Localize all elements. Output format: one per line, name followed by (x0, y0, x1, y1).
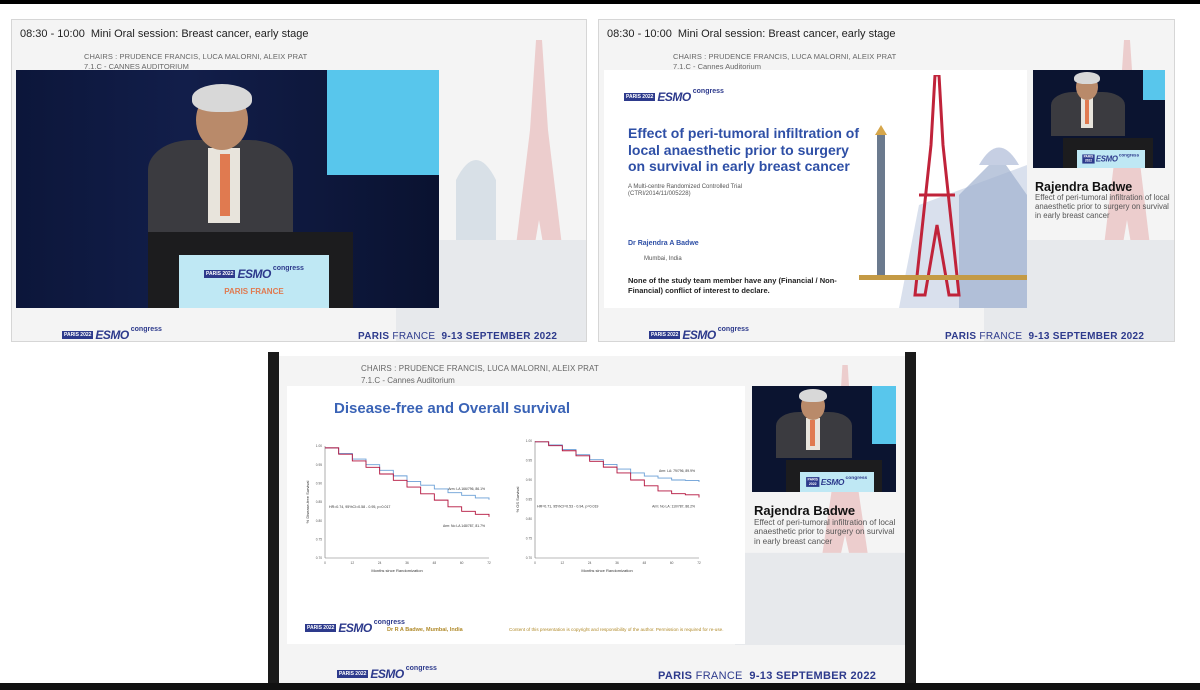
x-tick-label: 12 (561, 561, 565, 565)
hazard-ratio-annotation: HR=0.71, 95%CI=0.53 - 0.94, p=0.019 (537, 505, 598, 509)
slide-title: Effect of peri-tumoral infiltration of l… (628, 125, 859, 175)
slide-copyright: Content of this presentation is copyrigh… (509, 627, 724, 632)
podium-city: PARIS FRANCE (224, 287, 284, 296)
y-tick-label: 0.90 (316, 482, 322, 486)
session-header: 08:30 - 10:00 Mini Oral session: Breast c… (607, 28, 896, 40)
survival-charts: 1.000.950.900.850.800.750.700 12 24 36 48 60 7… (305, 439, 701, 573)
speaker-talk-title: Effect of peri-tumoral infiltration of l… (754, 518, 896, 546)
window-top-border (0, 0, 1200, 4)
y-tick-label: 1.00 (316, 444, 322, 448)
y-tick-label: 0.95 (316, 463, 322, 467)
x-axis-label: Months since Randomization (371, 568, 422, 573)
slide-subtitle: A Multi-centre Randomized Controlled Tri… (628, 184, 743, 190)
session-chairs: CHAIRS : PRUDENCE FRANCIS, LUCA MALORNI,… (84, 52, 308, 61)
congress-dates: PARIS FRANCE 9-13 SEPTEMBER 2022 (945, 331, 1145, 342)
esmo-logo: PARIS 2022 ESMO congress (62, 326, 162, 342)
video-panel-title-slide[interactable]: 08:30 - 10:00 Mini Oral session: Breast c… (598, 19, 1175, 342)
session-chairs: CHAIRS : PRUDENCE FRANCIS, LUCA MALORNI,… (361, 364, 599, 373)
slide-esmo-logo: PARIS 2022 ESMO congress (624, 88, 724, 104)
y-tick-label: 0.80 (526, 517, 532, 521)
slide-location: Mumbai, India (644, 256, 682, 262)
session-header: 08:30 - 10:00 Mini Oral session: Breast c… (20, 28, 309, 40)
x-tick-label: 72 (697, 561, 701, 565)
video-panel-speaker[interactable]: 08:30 - 10:00 Mini Oral session: Breast c… (11, 19, 587, 342)
video-panel-results-slide[interactable]: CHAIRS : PRUDENCE FRANCIS, LUCA MALORNI,… (279, 356, 905, 683)
left-letterbox (268, 352, 279, 685)
speaker-lanyard (220, 154, 230, 216)
speaker-hair (192, 84, 252, 112)
y-tick-label: 0.90 (526, 478, 532, 482)
window-bottom-border (0, 683, 1200, 690)
y-tick-label: 0.75 (526, 537, 532, 541)
survival-curve-la (325, 447, 490, 500)
results-slide: Disease-free and Overall survival 1.00 0.… (287, 386, 745, 644)
projector-screen (327, 70, 439, 175)
y-tick-label: 0.85 (316, 500, 322, 504)
x-tick-label: 0 (534, 561, 536, 565)
x-tick-label: 60 (670, 561, 674, 565)
speaker-name: Rajendra Badwe (754, 503, 856, 518)
x-tick-label: 24 (378, 561, 382, 565)
slide-footer-author: Dr R A Badwe, Mumbai, India (387, 627, 463, 633)
y-axis-label: % OS Survival (515, 487, 520, 513)
series-label: Arm: No LA: 110/787, 86.2% (652, 505, 695, 509)
right-letterbox (905, 352, 916, 685)
y-axis-label: % Disease-free Survival (305, 481, 310, 524)
speaker-video: PARIS 2022 ESMO congress PARIS FRANCE (16, 70, 439, 308)
series-label: Arm: LA 166/796, 86.1% (448, 487, 485, 491)
x-tick-label: 48 (433, 561, 437, 565)
series-label: Arm: LA: 79/796, 89.9% (659, 469, 695, 473)
congress-dates: PARIS FRANCE 9-13 SEPTEMBER 2022 (358, 331, 558, 342)
esmo-logo: PARIS 2022 ESMO congress (649, 326, 749, 342)
x-tick-label: 72 (487, 561, 491, 565)
y-tick-label: 0.80 (316, 519, 322, 523)
slide-disclosure: None of the study team member have any (… (628, 276, 837, 296)
paris-monuments-illustration (859, 75, 1027, 308)
speaker-thumbnail: PARIS 2022 ESMO congress (752, 386, 896, 492)
y-tick-label: 0.70 (316, 556, 322, 560)
y-tick-label: 0.95 (526, 459, 532, 463)
series-label: Arm: No LA 148/787, 81.7% (443, 524, 485, 528)
results-slide-title: Disease-free and Overall survival (334, 400, 570, 417)
speaker-talk-title: Effect of peri-tumoral infiltration of l… (1035, 193, 1170, 220)
speaker-name: Rajendra Badwe (1035, 180, 1133, 194)
y-tick-label: 1.00 (526, 439, 532, 443)
x-axis-label: Months since Randomization (581, 568, 632, 573)
x-tick-label: 0 (324, 561, 326, 565)
slide-author: Dr Rajendra A Badwe (628, 240, 699, 247)
x-tick-label: 48 (643, 561, 647, 565)
x-tick-label: 24 (588, 561, 592, 565)
y-tick-label: 0.70 (526, 556, 532, 560)
survival-curve-la (535, 441, 700, 482)
x-tick-label: 12 (351, 561, 355, 565)
speaker-thumbnail: PARIS 2022 ESMO congress (1033, 70, 1165, 168)
y-tick-label: 0.85 (526, 498, 532, 502)
session-chairs: CHAIRS : PRUDENCE FRANCIS, LUCA MALORNI,… (673, 52, 897, 61)
esmo-logo: PARIS 2022 ESMO congress (337, 665, 437, 681)
slide-trial-id: (CTRI/2014/11/005228) (628, 191, 691, 197)
podium-sign: PARIS 2022 ESMO congress PARIS FRANCE (179, 255, 329, 308)
x-tick-label: 60 (460, 561, 464, 565)
hazard-ratio-annotation: HR=0.74, 95%CI=0.58 - 0.95, p=0.017 (329, 505, 390, 509)
title-slide: PARIS 2022 ESMO congress Effect of peri-… (604, 70, 1027, 308)
session-room: 7.1.C - Cannes Auditorium (361, 376, 455, 385)
y-tick-label: 0.75 (316, 538, 322, 542)
x-tick-label: 36 (615, 561, 619, 565)
x-tick-label: 36 (405, 561, 409, 565)
podium-esmo-logo: PARIS 2022 ESMO congress (204, 265, 304, 281)
congress-dates: PARIS FRANCE 9-13 SEPTEMBER 2022 (658, 670, 877, 682)
